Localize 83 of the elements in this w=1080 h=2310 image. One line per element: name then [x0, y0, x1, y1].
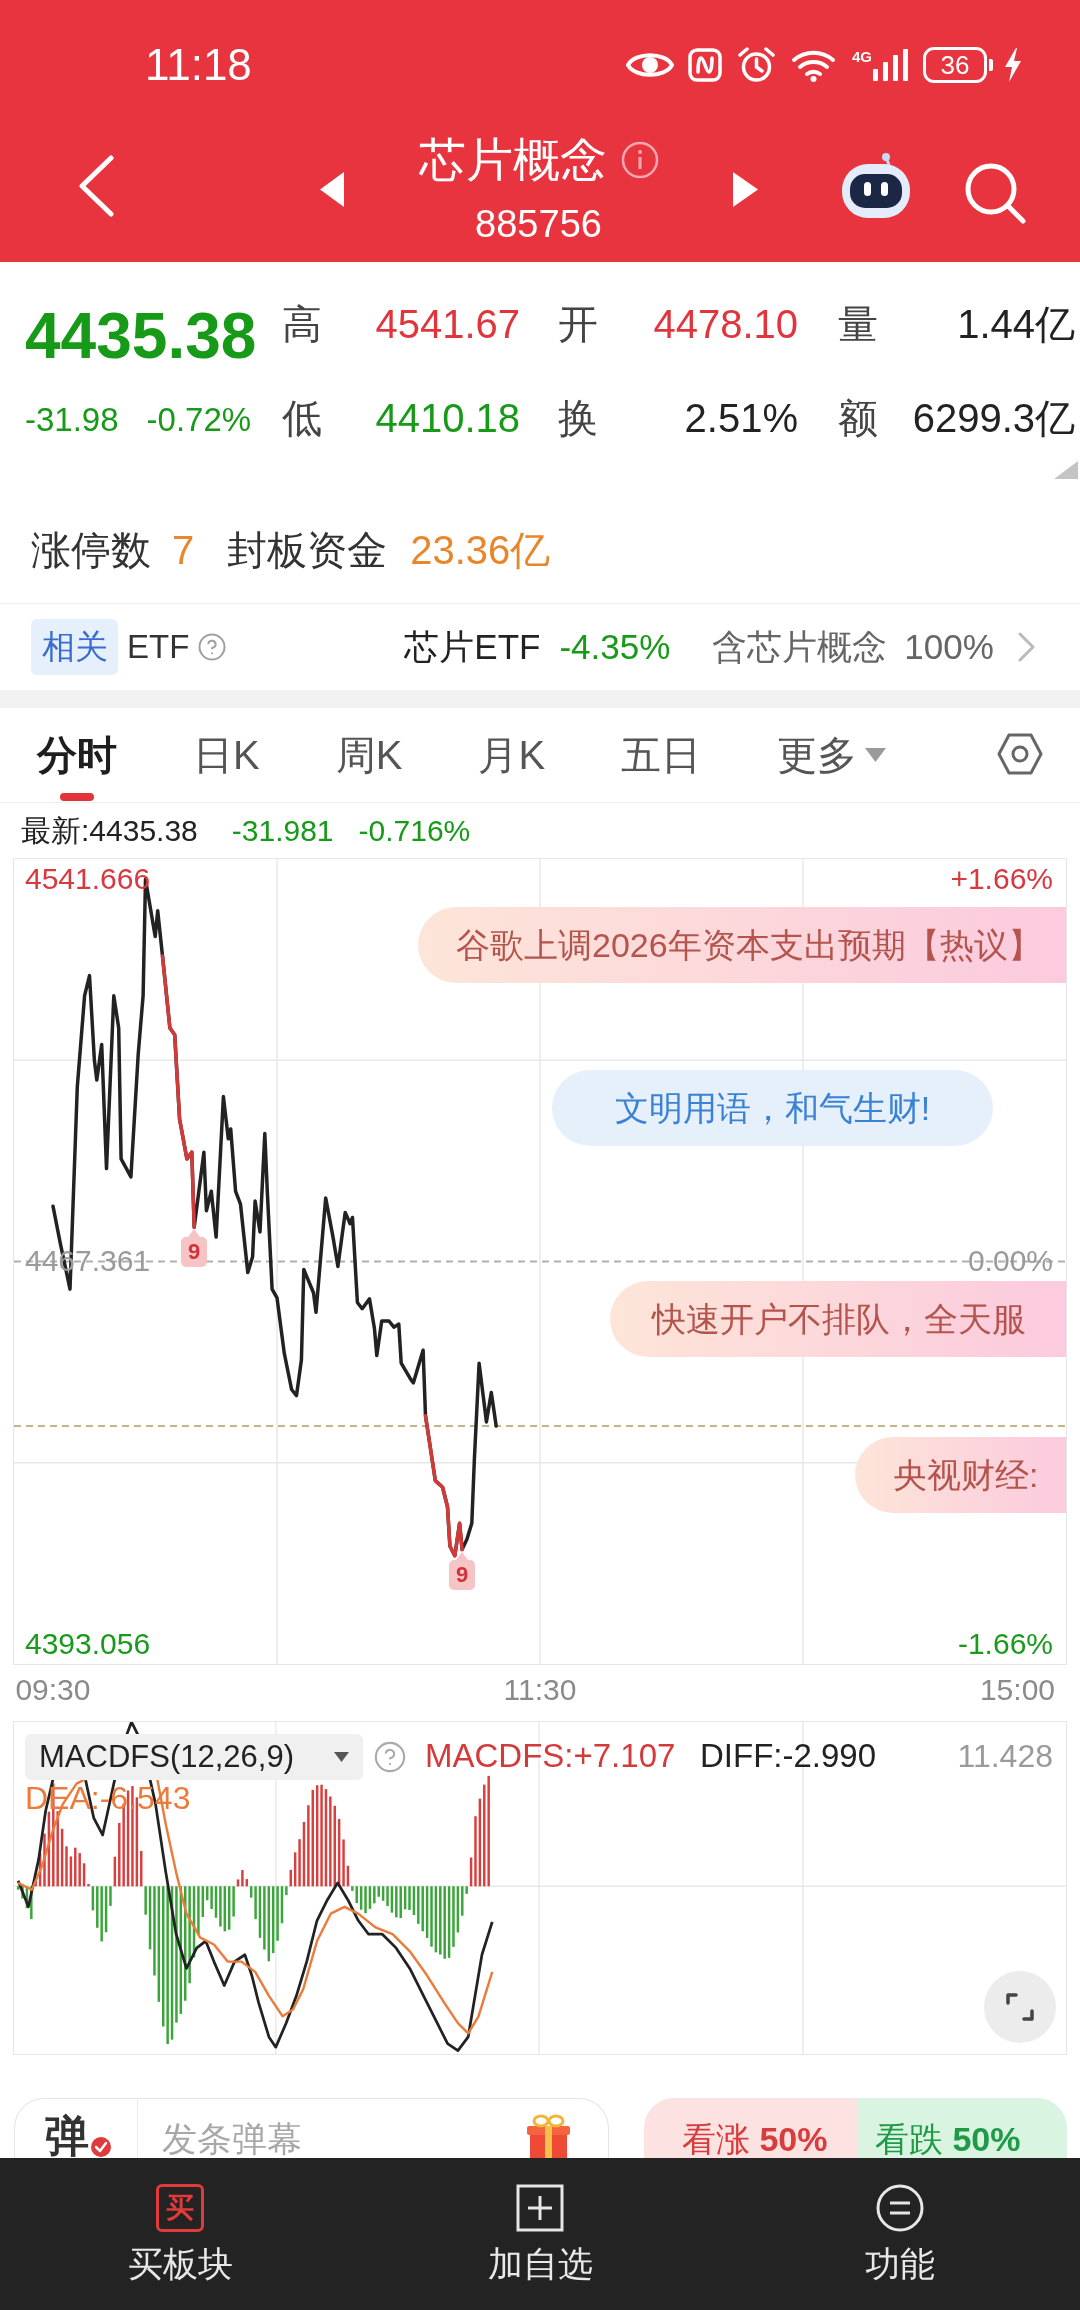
stat-value: 4478.10: [653, 301, 798, 348]
charging-bolt-icon: [1003, 48, 1023, 82]
percent-change: -0.72%: [146, 400, 252, 440]
robot-icon[interactable]: [840, 152, 912, 220]
back-icon[interactable]: [76, 155, 116, 217]
latest-percent: -0.716%: [358, 812, 471, 849]
annotation: 9: [181, 1237, 208, 1268]
bottom-nav-item[interactable]: 加自选: [450, 2158, 630, 2282]
alarm-clock-icon: [737, 46, 776, 84]
sealed-fund-value: 23.36亿: [410, 527, 551, 574]
etf-name: 芯片ETF: [404, 627, 541, 667]
previous-triangle-icon[interactable]: [320, 172, 344, 207]
indicator-dropdown[interactable]: MACDFS(12,26,9): [25, 1734, 363, 1780]
annotation: 9: [449, 1559, 476, 1590]
price-change: -31.98: [25, 400, 119, 440]
help-icon[interactable]: [373, 1740, 407, 1774]
price-axis-label: 4541.666: [25, 864, 151, 894]
danmaku-bubble: 文明用语，和气生财!: [552, 1070, 993, 1146]
holding-value: 100%: [904, 627, 994, 667]
caret-down-icon: [865, 748, 887, 762]
time-axis-label: 09:30: [15, 1672, 91, 1708]
caret-down-icon: [334, 1752, 349, 1762]
danmaku-bubble: 快速开户不排队，全天服: [610, 1281, 1066, 1357]
limit-up-count: 7: [172, 527, 195, 574]
danmaku-bubble: 央视财经:: [855, 1437, 1066, 1513]
next-triangle-icon[interactable]: [733, 172, 758, 207]
chart-tab[interactable]: 周K: [335, 708, 403, 779]
percent-axis-label: 0.00%: [967, 1246, 1053, 1277]
help-icon[interactable]: [197, 632, 228, 662]
stat-value: 2.51%: [684, 395, 798, 442]
stat-label: 换: [558, 395, 598, 442]
scale-max-label: 11.428: [957, 1737, 1053, 1776]
chart-tab[interactable]: 更多: [777, 708, 887, 779]
stat-value: 6299.3亿: [912, 395, 1075, 442]
network-type-label: 4G: [852, 49, 872, 65]
related-tag: 相关: [31, 619, 118, 675]
stat-label: 量: [838, 301, 878, 348]
battery-indicator: 36: [923, 47, 993, 83]
limit-up-label: 涨停数: [31, 527, 151, 574]
bottom-nav-item[interactable]: 功能: [810, 2158, 990, 2282]
info-icon[interactable]: [620, 141, 659, 179]
time-axis-label: 11:30: [503, 1672, 577, 1708]
nfc-icon: [688, 48, 722, 82]
price-axis-label: 4393.056: [25, 1629, 151, 1659]
sealed-fund-label: 封板资金: [227, 527, 388, 574]
page-title: 芯片概念: [418, 138, 607, 182]
add-icon: [516, 2184, 564, 2232]
status-time: 11:18: [145, 41, 252, 89]
stat-value: 4410.18: [375, 395, 520, 442]
danmaku-input-field[interactable]: 弹 发条弹幕: [14, 2098, 609, 2158]
chart-tab[interactable]: 分时: [37, 708, 117, 801]
stat-label: 高: [282, 301, 322, 348]
index-code: 885756: [475, 204, 602, 244]
diff-value: DIFF:-2.990: [700, 1736, 877, 1776]
stat-label: 开: [558, 301, 598, 348]
settings-icon[interactable]: [997, 733, 1043, 775]
percent-axis-label: +1.66%: [950, 864, 1053, 894]
stat-value: 1.44亿: [957, 301, 1075, 348]
latest-price: 最新:4435.38: [21, 812, 198, 849]
signal-icon: [873, 49, 908, 81]
chart-tab[interactable]: 日K: [193, 708, 260, 779]
menu-icon: [876, 2184, 924, 2232]
latest-change: -31.981: [231, 812, 334, 849]
bottom-nav-item[interactable]: 买 买板块: [90, 2158, 270, 2282]
index-price: 4435.38: [25, 300, 257, 372]
bullish-vote-button[interactable]: 看涨 50%: [644, 2098, 857, 2158]
buy-icon: 买: [156, 2184, 204, 2232]
stat-label: 额: [838, 395, 878, 442]
percent-axis-label: -1.66%: [957, 1629, 1053, 1659]
danmaku-bubble: 谷歌上调2026年资本支出预期【热议】: [418, 907, 1066, 983]
stat-value: 4541.67: [375, 301, 520, 348]
chart-tab[interactable]: 月K: [478, 708, 546, 779]
search-icon[interactable]: [964, 162, 1026, 224]
holding-label: 含芯片概念: [712, 627, 888, 667]
chart-tab[interactable]: 五日: [621, 708, 702, 779]
wifi-icon: [791, 48, 836, 82]
etf-change: -4.35%: [559, 627, 671, 667]
etf-label: ETF: [127, 627, 190, 667]
expand-icon[interactable]: [984, 1971, 1056, 2043]
stat-label: 低: [282, 395, 322, 442]
macd-value: MACDFS:+7.107: [425, 1736, 676, 1776]
gift-icon[interactable]: [524, 2114, 573, 2158]
time-axis-label: 15:00: [979, 1672, 1055, 1708]
